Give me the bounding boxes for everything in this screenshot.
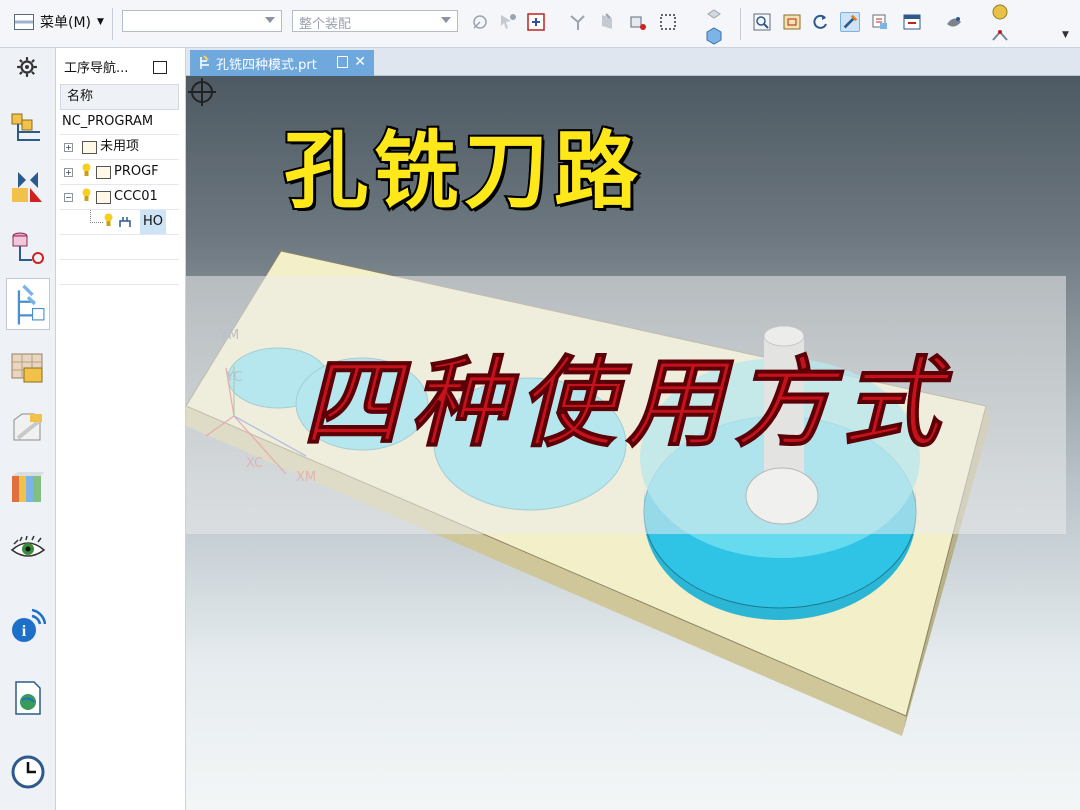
select-arrow-icon[interactable] xyxy=(498,12,518,32)
tree-item-label: HO xyxy=(140,210,167,234)
modified-icon xyxy=(337,56,348,68)
graphics-viewport[interactable]: YM YC XC XM 孔铣刀路 四种使用方式 xyxy=(186,76,1080,810)
view-layout-icon[interactable] xyxy=(902,12,922,32)
gear-icon[interactable] xyxy=(16,56,38,78)
toolbar-overflow-icon[interactable]: ▼ xyxy=(1062,30,1069,40)
selection-filter-combo[interactable] xyxy=(122,10,282,32)
tree-empty-row xyxy=(60,260,179,285)
operation-navigator-tab[interactable] xyxy=(6,278,50,330)
navigator-header: 工序导航... xyxy=(56,48,185,84)
dimension-icon[interactable] xyxy=(704,6,724,26)
resource-bar: i xyxy=(0,48,56,810)
tree-root-label: NC_PROGRAM xyxy=(62,114,154,129)
chevron-down-icon xyxy=(441,17,451,23)
reuse-library-icon[interactable] xyxy=(10,470,46,506)
hole-milling-operation-icon xyxy=(119,217,131,227)
tree-item-label: CCC01 xyxy=(114,189,158,204)
menu-label: 菜单(M) xyxy=(40,15,92,31)
tree-root[interactable]: NC_PROGRAM xyxy=(60,110,179,135)
svg-text:i: i xyxy=(22,623,27,640)
shaded-sphere-icon[interactable] xyxy=(990,2,1010,22)
toolbar-divider xyxy=(740,8,741,40)
render-style-icon[interactable] xyxy=(944,12,964,32)
history-clock-icon[interactable] xyxy=(10,754,46,790)
layer-settings-icon[interactable] xyxy=(870,12,890,32)
chevron-down-icon: ▼ xyxy=(97,17,104,27)
select-box-icon[interactable] xyxy=(526,12,546,32)
part-navigator-icon[interactable] xyxy=(10,228,46,264)
tree-item-program[interactable]: + PROGF xyxy=(60,160,179,185)
cube-select-icon[interactable] xyxy=(628,12,648,32)
assembly-navigator-icon[interactable] xyxy=(10,110,46,146)
tree-item-ccc01[interactable]: − CCC01 xyxy=(60,185,179,210)
rotate-icon[interactable] xyxy=(810,12,830,32)
tree-item-label: 未用项 xyxy=(100,139,140,154)
group-icon xyxy=(82,141,97,154)
main-toolbar: 菜单(M) ▼ 整个装配 ▼ xyxy=(0,0,1080,48)
marquee-select-icon[interactable] xyxy=(658,12,678,32)
program-icon xyxy=(96,166,111,179)
zoom-fit-icon[interactable] xyxy=(752,12,772,32)
expand-icon[interactable]: + xyxy=(64,168,73,177)
constraint-navigator-icon[interactable] xyxy=(10,168,46,204)
crosshair-cursor-icon xyxy=(188,78,216,106)
information-icon[interactable]: i xyxy=(10,608,46,644)
menu-icon xyxy=(14,14,34,30)
toolbar-divider xyxy=(112,8,113,40)
menu-button[interactable]: 菜单(M) ▼ xyxy=(14,11,104,33)
assembly-scope-combo[interactable]: 整个装配 xyxy=(292,10,458,32)
overlay-title: 孔铣刀路 xyxy=(282,120,645,222)
operation-navigator-panel: 工序导航... 名称 NC_PROGRAM + 未用项 + PROGF − CC… xyxy=(56,48,186,810)
lightbulb-icon xyxy=(82,188,91,201)
machine-tool-navigator-icon[interactable] xyxy=(10,350,46,386)
web-document-icon[interactable] xyxy=(10,680,46,716)
tree-item-label: PROGF xyxy=(114,164,159,179)
edge-display-icon[interactable] xyxy=(990,26,1010,46)
eye-icon[interactable] xyxy=(10,532,46,568)
maximize-icon[interactable] xyxy=(153,61,167,74)
navigator-title: 工序导航... xyxy=(64,60,129,76)
pan-icon[interactable] xyxy=(840,12,860,32)
zoom-window-icon[interactable] xyxy=(782,12,802,32)
block-icon[interactable] xyxy=(704,26,724,46)
machining-feature-navigator-icon[interactable] xyxy=(10,410,46,446)
close-icon[interactable]: ✕ xyxy=(354,54,366,70)
tab-filename: 孔铣四种模式.prt xyxy=(216,57,317,73)
program-icon xyxy=(96,191,111,204)
tree-connector xyxy=(90,210,103,223)
tree-item-unused[interactable]: + 未用项 xyxy=(60,135,179,160)
document-tab-bar: 孔铣四种模式.prt ✕ xyxy=(186,48,1080,76)
operation-navigator-icon xyxy=(17,284,45,325)
tab-part-file[interactable]: 孔铣四种模式.prt ✕ xyxy=(190,50,374,76)
lightbulb-icon xyxy=(82,163,91,176)
collapse-icon[interactable]: − xyxy=(64,193,73,202)
overlay-subtitle: 四种使用方式 xyxy=(301,347,950,462)
face-icon[interactable] xyxy=(598,12,618,32)
chevron-down-icon xyxy=(265,17,275,23)
part-file-icon xyxy=(200,55,209,69)
lightbulb-icon xyxy=(104,213,113,226)
column-header-name[interactable]: 名称 xyxy=(60,84,179,110)
tree-item-hole-milling[interactable]: HO xyxy=(60,210,179,235)
tree-empty-row xyxy=(60,235,179,260)
expand-icon[interactable]: + xyxy=(64,143,73,152)
assembly-scope-value: 整个装配 xyxy=(299,17,352,32)
snap-point-icon[interactable] xyxy=(470,12,490,32)
trim-icon[interactable] xyxy=(568,12,588,32)
